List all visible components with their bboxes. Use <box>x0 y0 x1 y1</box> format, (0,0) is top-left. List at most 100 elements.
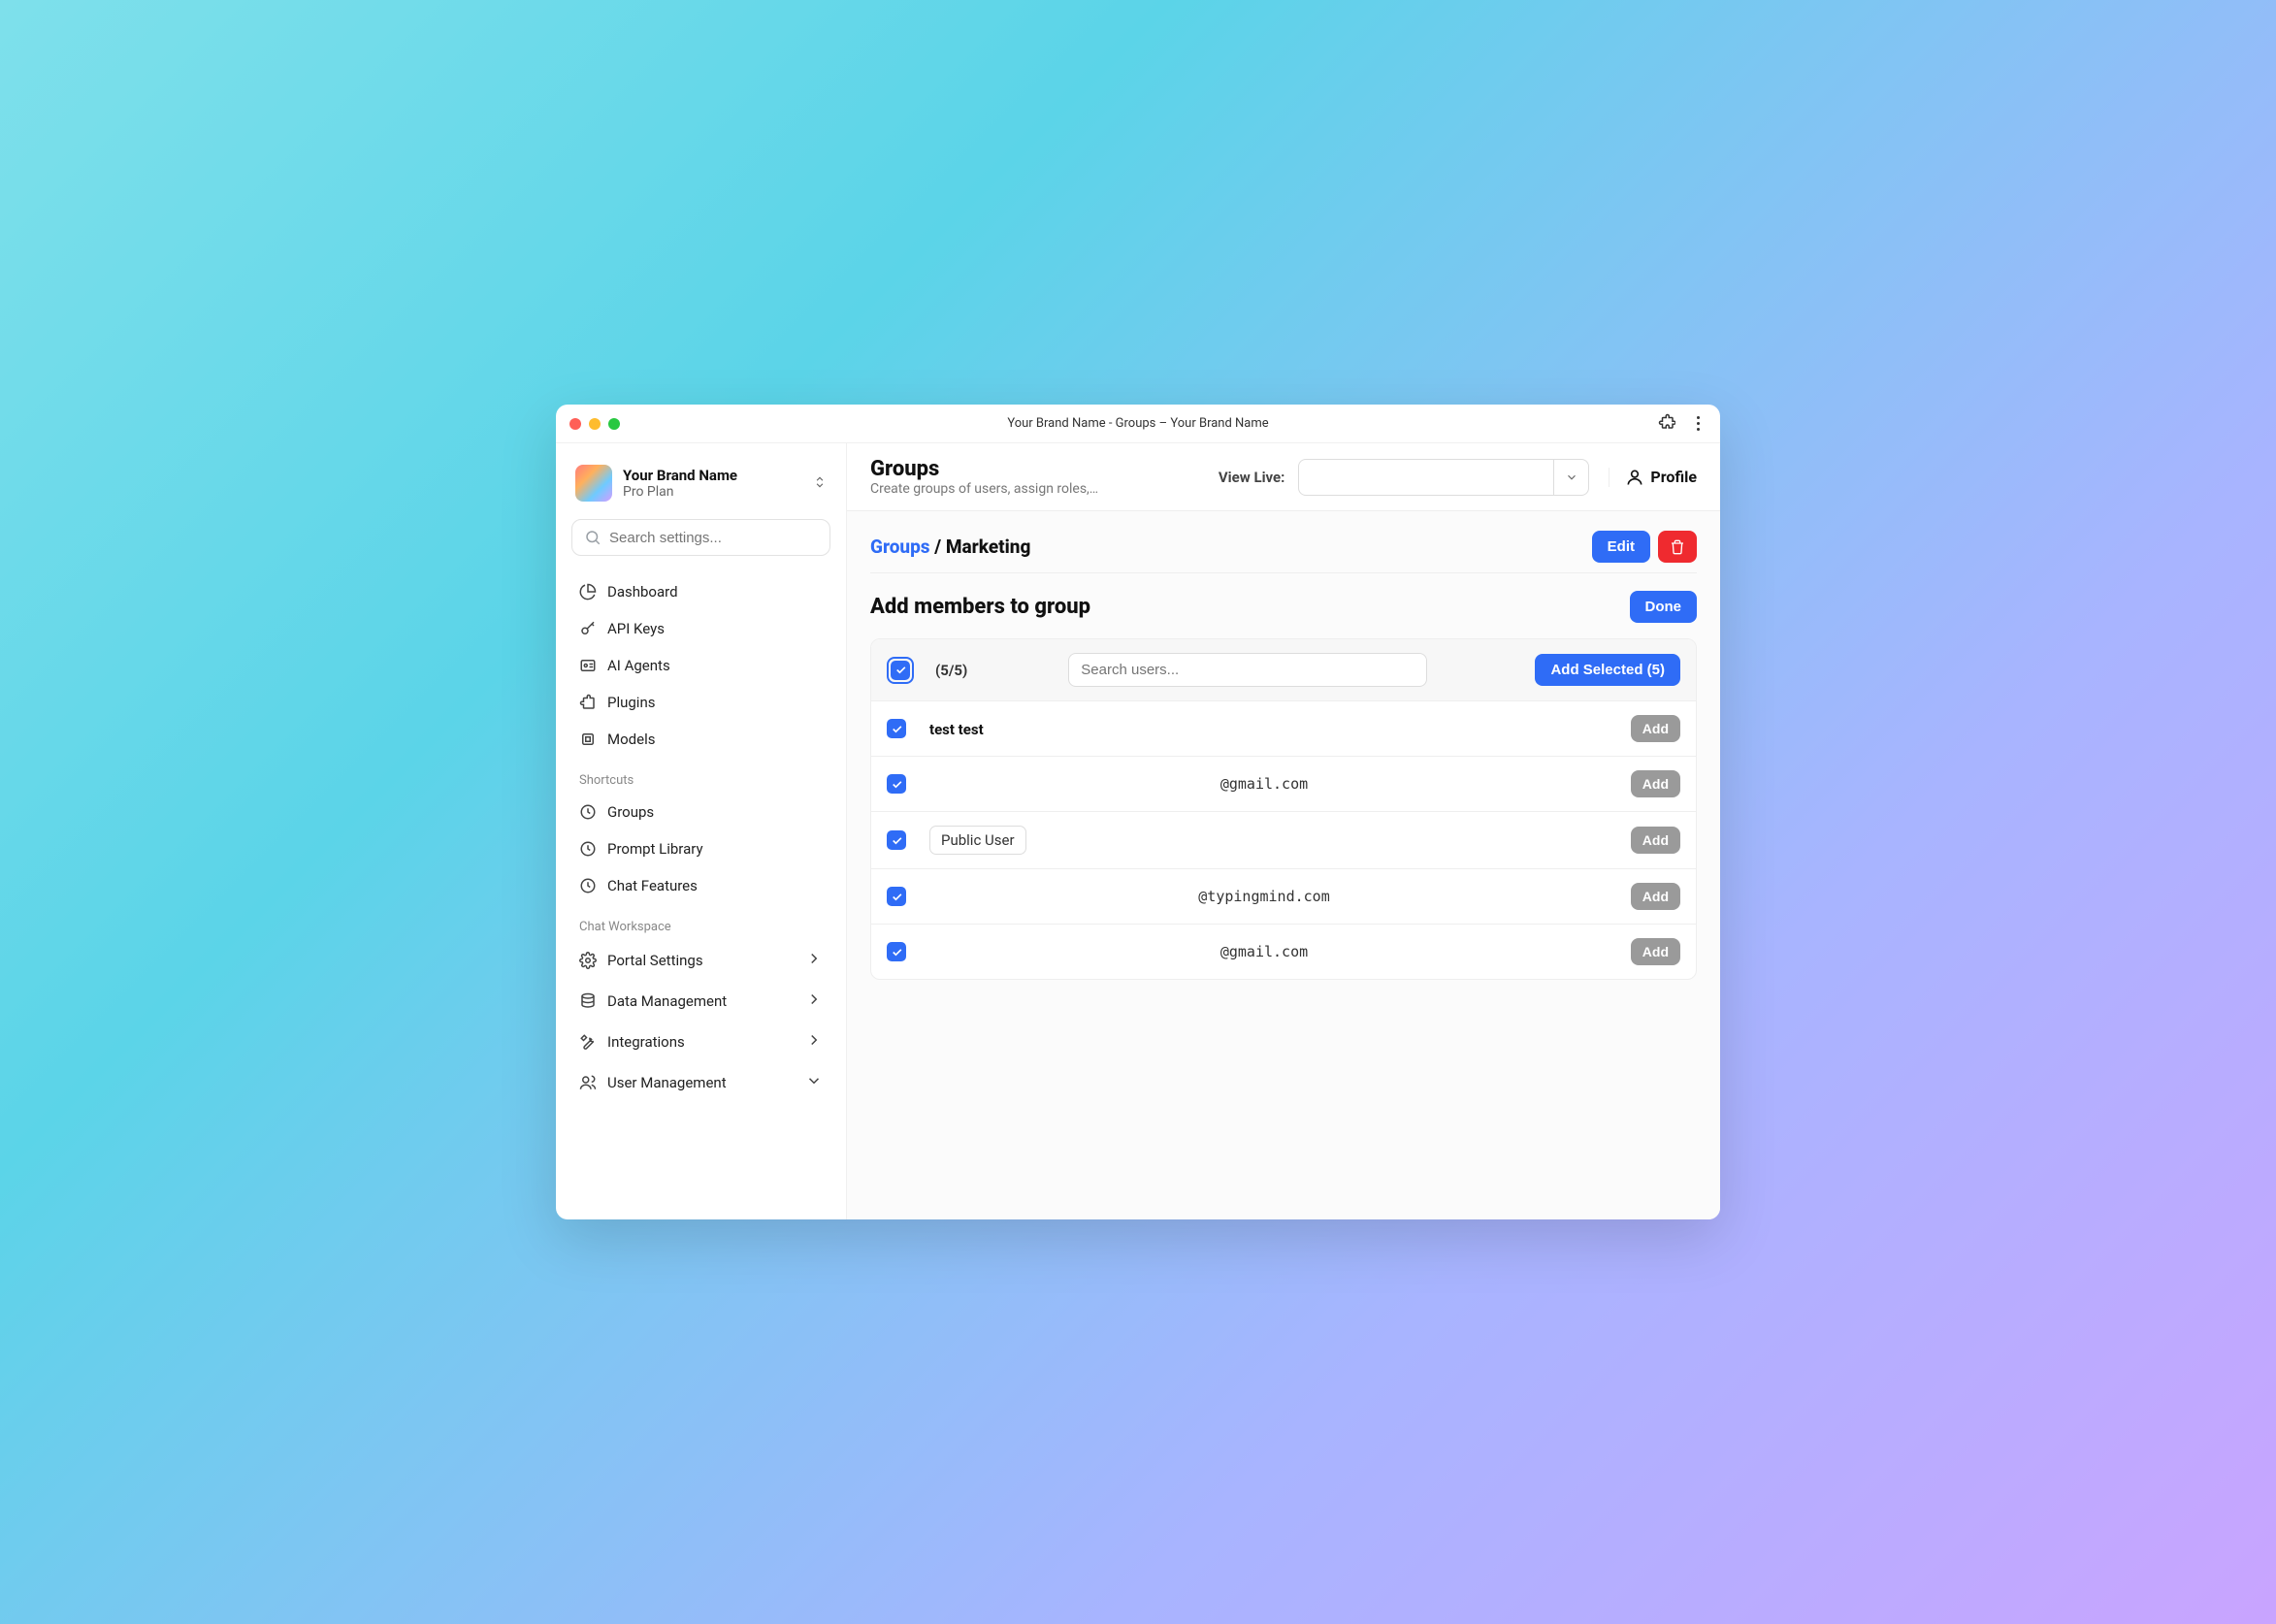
gear-icon <box>579 952 597 969</box>
section-shortcuts-label: Shortcuts <box>568 758 834 794</box>
workspace-switcher[interactable]: Your Brand Name Pro Plan <box>568 461 834 505</box>
add-selected-button[interactable]: Add Selected (5) <box>1535 654 1680 686</box>
sidebar: Your Brand Name Pro Plan Dashboard API K… <box>556 443 847 1219</box>
table-row: Public User Add <box>871 812 1696 869</box>
nav-label: Plugins <box>607 694 655 711</box>
row-checkbox[interactable] <box>887 830 906 850</box>
edit-button[interactable]: Edit <box>1592 531 1650 563</box>
nav-label: Models <box>607 731 655 748</box>
add-members-heading: Add members to group <box>870 595 1090 619</box>
app-window: Your Brand Name - Groups – Your Brand Na… <box>556 405 1720 1219</box>
topbar: Groups Create groups of users, assign ro… <box>847 443 1720 511</box>
zoom-window-button[interactable] <box>608 418 620 430</box>
table-header: (5/5) Add Selected (5) <box>871 639 1696 701</box>
profile-link[interactable]: Profile <box>1609 468 1697 487</box>
nav-api-keys[interactable]: API Keys <box>568 610 834 647</box>
nav-label: Chat Features <box>607 877 698 894</box>
close-window-button[interactable] <box>569 418 581 430</box>
pie-chart-icon <box>579 583 597 601</box>
done-button[interactable]: Done <box>1630 591 1698 623</box>
chevron-down-icon <box>805 1072 823 1093</box>
nav-groups[interactable]: Groups <box>568 794 834 830</box>
nav-models[interactable]: Models <box>568 721 834 758</box>
chevron-right-icon <box>805 991 823 1012</box>
chevron-right-icon <box>805 950 823 971</box>
brand-logo <box>575 465 612 502</box>
nav-label: Groups <box>607 803 654 821</box>
member-email: @gmail.com <box>1220 943 1308 960</box>
minimize-window-button[interactable] <box>589 418 601 430</box>
nav-chat-features[interactable]: Chat Features <box>568 867 834 904</box>
delete-button[interactable] <box>1658 531 1697 563</box>
check-icon <box>891 778 903 791</box>
nav-dashboard[interactable]: Dashboard <box>568 573 834 610</box>
clock-icon <box>579 877 597 894</box>
row-checkbox[interactable] <box>887 719 906 738</box>
table-row: @typingmind.com Add <box>871 869 1696 925</box>
nav-integrations[interactable]: Integrations <box>568 1022 834 1062</box>
nav-label: Data Management <box>607 992 727 1010</box>
settings-search-input[interactable] <box>609 530 818 546</box>
check-icon <box>891 891 903 903</box>
nav-plugins[interactable]: Plugins <box>568 684 834 721</box>
page-subtitle: Create groups of users, assign roles,… <box>870 481 1098 497</box>
profile-label: Profile <box>1650 468 1697 486</box>
select-all-checkbox[interactable] <box>887 657 914 684</box>
key-icon <box>579 620 597 637</box>
breadcrumb-sep: / <box>934 536 946 558</box>
brand-plan: Pro Plan <box>623 484 737 500</box>
add-button[interactable]: Add <box>1631 827 1680 854</box>
row-checkbox[interactable] <box>887 887 906 906</box>
chevron-down-icon <box>1553 460 1588 495</box>
nav-data-management[interactable]: Data Management <box>568 981 834 1022</box>
tools-icon <box>579 1033 597 1051</box>
viewlive-select[interactable] <box>1298 459 1589 496</box>
nav-label: Dashboard <box>607 583 678 601</box>
member-name: test test <box>929 721 984 738</box>
clock-icon <box>579 803 597 821</box>
chevron-right-icon <box>805 1031 823 1053</box>
add-button[interactable]: Add <box>1631 770 1680 797</box>
section-workspace-label: Chat Workspace <box>568 904 834 940</box>
breadcrumb-current: Marketing <box>946 536 1030 558</box>
add-button[interactable]: Add <box>1631 715 1680 742</box>
database-icon <box>579 992 597 1010</box>
search-icon <box>584 529 602 546</box>
table-row: @gmail.com Add <box>871 925 1696 979</box>
table-row: @gmail.com Add <box>871 757 1696 812</box>
add-button[interactable]: Add <box>1631 938 1680 965</box>
nav-ai-agents[interactable]: AI Agents <box>568 647 834 684</box>
nav-label: AI Agents <box>607 657 670 674</box>
clock-icon <box>579 840 597 858</box>
extension-icon[interactable] <box>1658 413 1675 435</box>
nav-user-management[interactable]: User Management <box>568 1062 834 1103</box>
trash-icon <box>1670 539 1685 555</box>
members-table: (5/5) Add Selected (5) test test Add <box>870 638 1697 980</box>
nav-prompt-library[interactable]: Prompt Library <box>568 830 834 867</box>
member-email: @typingmind.com <box>1198 888 1329 905</box>
nav-portal-settings[interactable]: Portal Settings <box>568 940 834 981</box>
more-menu-icon[interactable] <box>1689 416 1707 431</box>
row-checkbox[interactable] <box>887 942 906 961</box>
check-icon <box>891 834 903 847</box>
breadcrumb: Groups / Marketing <box>870 536 1030 558</box>
settings-search[interactable] <box>571 519 830 556</box>
nav-label: User Management <box>607 1074 727 1091</box>
row-checkbox[interactable] <box>887 774 906 794</box>
check-icon <box>891 946 903 958</box>
add-button[interactable]: Add <box>1631 883 1680 910</box>
nav-label: Portal Settings <box>607 952 703 969</box>
check-icon <box>891 723 903 735</box>
table-row: test test Add <box>871 701 1696 757</box>
nav-label: Integrations <box>607 1033 685 1051</box>
user-search-input[interactable] <box>1068 653 1427 687</box>
updown-chevron-icon <box>813 474 827 493</box>
breadcrumb-root[interactable]: Groups <box>870 536 930 558</box>
puzzle-icon <box>579 694 597 711</box>
member-badge: Public User <box>929 826 1026 855</box>
nav-label: API Keys <box>607 620 665 637</box>
id-card-icon <box>579 657 597 674</box>
viewlive-label: View Live: <box>1219 469 1285 486</box>
selection-count: (5/5) <box>935 662 967 679</box>
brand-name: Your Brand Name <box>623 467 737 484</box>
